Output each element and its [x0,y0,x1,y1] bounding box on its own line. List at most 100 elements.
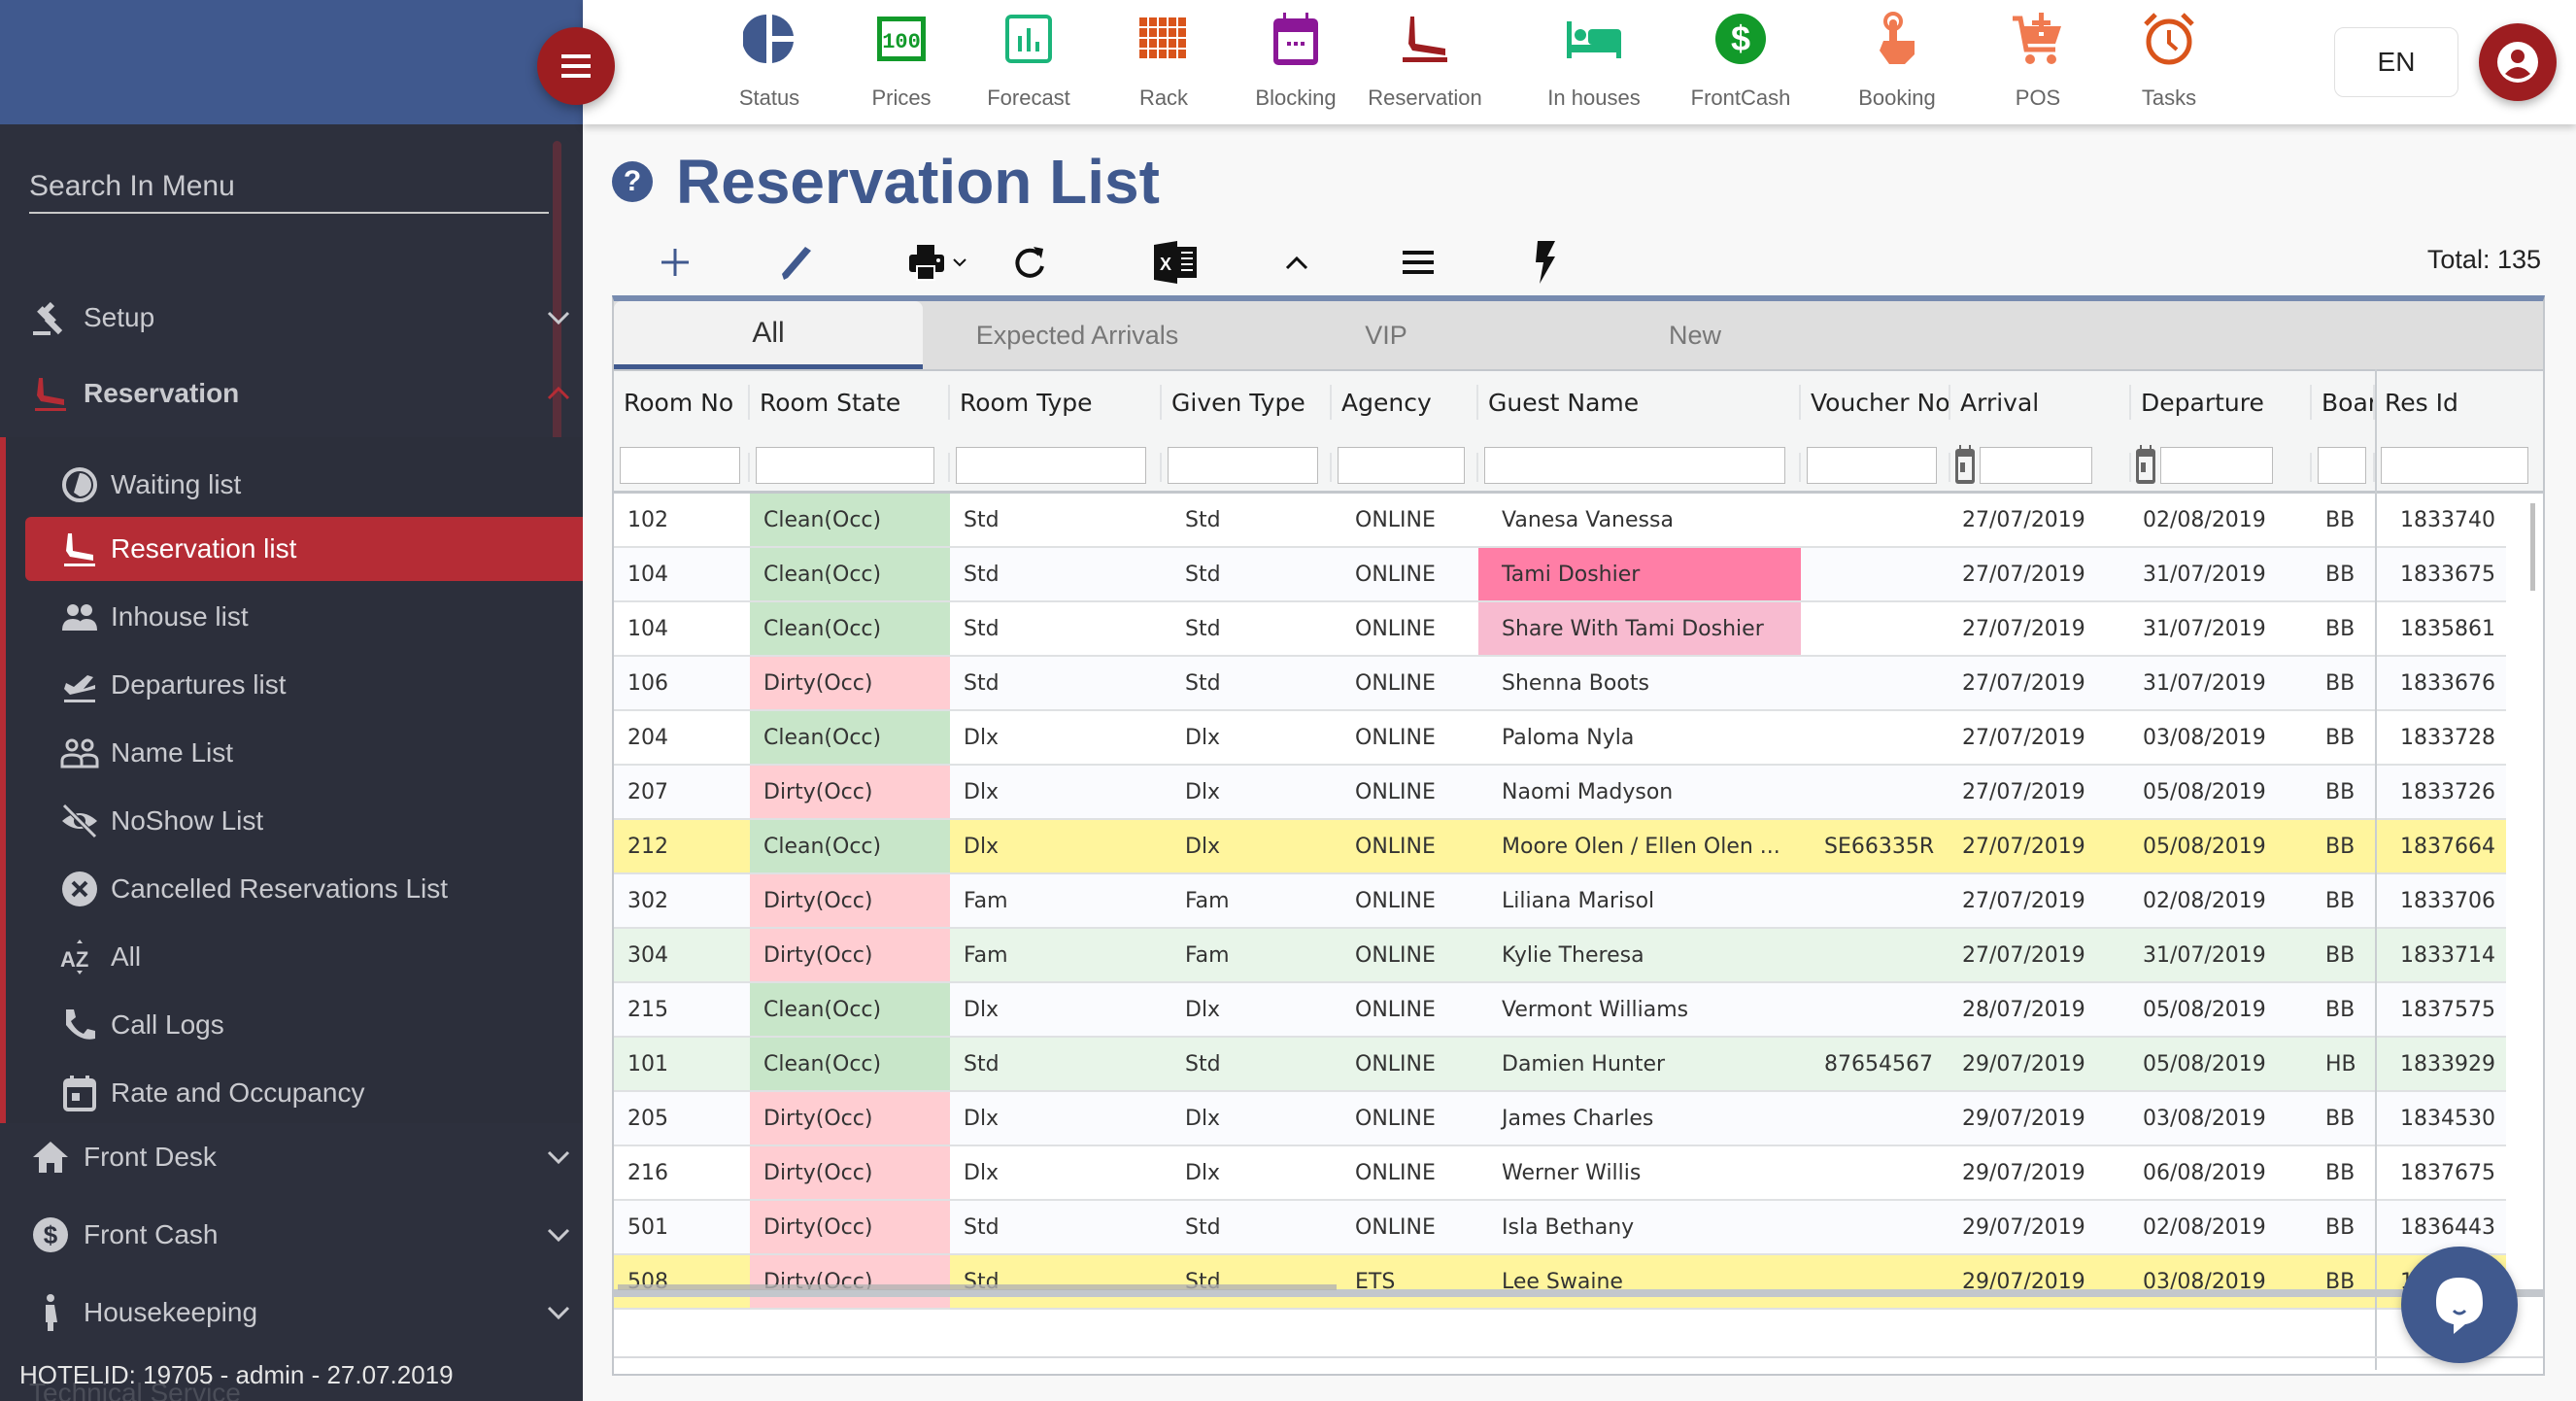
table-row[interactable]: 216 Dirty(Occ) Dlx Dlx ONLINE Werner Willis 29… [614,1146,2506,1201]
nav-booking[interactable]: Booking [1824,10,1970,117]
column-header-voucher[interactable]: Voucher No [1801,371,1950,433]
table-row[interactable]: 215 Clean(Occ) Dlx Dlx ONLINE Vermont William… [614,983,2506,1038]
help-icon[interactable]: ? [612,161,653,202]
add-button[interactable] [651,233,699,291]
filter-input-room[interactable] [620,447,740,484]
column-header-rtype[interactable]: Room Type [950,371,1162,433]
sidebar-group-setup[interactable]: Setup [0,284,583,352]
calendar-picker-icon[interactable] [2135,445,2156,486]
column-header-room[interactable]: Room No [614,371,750,433]
column-resize-handle[interactable] [1476,385,1478,420]
menu-search-input[interactable] [29,160,549,214]
sidebar-group-front-desk[interactable]: Front Desk [0,1123,583,1191]
svg-text:$: $ [44,1220,58,1249]
filter-input-resid[interactable] [2381,447,2528,484]
nav-tasks[interactable]: Tasks [2096,10,2242,117]
column-resize-handle[interactable] [1799,385,1801,420]
horizontal-scrollbar[interactable] [618,1284,1337,1290]
edit-button[interactable] [773,233,822,291]
sidebar-item-call-logs[interactable]: Call Logs [25,993,583,1057]
nav-blocking[interactable]: Blocking [1223,10,1369,117]
column-header-state[interactable]: Room State [750,371,950,433]
export-excel-button[interactable]: X [1146,233,1204,291]
sidebar-item-all[interactable]: AZ All [25,925,583,989]
table-row[interactable]: 205 Dirty(Occ) Dlx Dlx ONLINE James Charles 29… [614,1092,2506,1146]
table-row[interactable]: 204 Clean(Occ) Dlx Dlx ONLINE Paloma Nyla 27/0… [614,711,2506,766]
sidebar-group-front-cash[interactable]: $ Front Cash [0,1201,583,1269]
tab-vip[interactable]: VIP [1232,301,1541,369]
column-header-agency[interactable]: Agency [1332,371,1478,433]
table-row[interactable]: 104 Clean(Occ) Std Std ONLINE Share With Tami… [614,602,2506,657]
user-profile-button[interactable] [2479,23,2557,101]
table-row[interactable]: 106 Dirty(Occ) Std Std ONLINE Shenna Boots 27/… [614,657,2506,711]
sidebar-item-name-list[interactable]: Name List [25,721,583,785]
table-row[interactable]: 104 Clean(Occ) Std Std ONLINE Tami Doshier 27/… [614,548,2506,602]
column-resize-handle[interactable] [1949,385,1950,420]
sidebar-item-inhouse-list[interactable]: Inhouse list [25,585,583,649]
menu-toggle-button[interactable] [537,27,615,105]
sidebar-item-noshow-list[interactable]: NoShow List [25,789,583,853]
cell-rtype: Dlx [964,725,1000,750]
nav-reservation[interactable]: Reservation [1352,10,1498,117]
column-resize-handle[interactable] [948,385,950,420]
column-resize-handle[interactable] [1160,385,1162,420]
sidebar-item-rate-occupancy[interactable]: Rate and Occupancy [25,1061,583,1125]
column-header-resid[interactable]: Res Id [2375,371,2545,433]
table-row[interactable]: 508 Dirty(Occ) Std Std ETS Lee Swaine 29/07/20… [614,1255,2506,1310]
filter-input-board[interactable] [2318,447,2366,484]
collapse-button[interactable] [1272,233,1321,291]
sidebar-group-reservation[interactable]: Reservation [0,359,583,427]
filter-input-voucher[interactable] [1807,447,1937,484]
sidebar-item-label: Name List [111,737,234,768]
nav-rack[interactable]: Rack [1091,10,1237,117]
calendar-picker-icon[interactable] [1954,445,1976,486]
nav-status[interactable]: Status [696,10,842,117]
columns-menu-button[interactable] [1394,233,1442,291]
sidebar-item-departures-list[interactable]: Departures list [25,653,583,717]
sidebar-item-reservation-list[interactable]: Reservation list [25,517,583,581]
filter-input-state[interactable] [756,447,934,484]
sidebar-item-cancelled-list[interactable]: Cancelled Reservations List [25,857,583,921]
filter-input-arrival[interactable] [1980,447,2092,484]
tab-expected-arrivals[interactable]: Expected Arrivals [923,301,1232,369]
column-resize-handle[interactable] [2310,385,2312,420]
column-header-arrival[interactable]: Arrival [1950,371,2131,433]
nav-in-houses[interactable]: In houses [1521,10,1667,117]
nav-pos[interactable]: POS [1965,10,2111,117]
column-header-gtype[interactable]: Given Type [1162,371,1332,433]
column-resize-handle[interactable] [2129,385,2131,420]
table-row[interactable]: 102 Clean(Occ) Std Std ONLINE Vanesa Vanessa 2… [614,494,2506,548]
tab-all[interactable]: All [614,301,923,369]
vertical-scrollbar[interactable] [2530,503,2535,591]
column-header-departure[interactable]: Departure [2131,371,2312,433]
table-row[interactable]: 212 Clean(Occ) Dlx Dlx ONLINE Moore Olen / El… [614,820,2506,874]
frozen-column-divider [2375,369,2377,1370]
table-row[interactable]: 302 Dirty(Occ) Fam Fam ONLINE Liliana Marisol… [614,874,2506,929]
sidebar-item-label: Cancelled Reservations List [111,873,449,904]
chat-button[interactable] [2401,1247,2518,1363]
sidebar-group-housekeeping[interactable]: Housekeeping [0,1279,583,1347]
filter-input-gtype[interactable] [1168,447,1318,484]
column-header-board[interactable]: Boar [2312,371,2375,433]
language-selector[interactable]: EN [2334,27,2458,97]
refresh-button[interactable] [1005,233,1054,291]
table-row[interactable]: 101 Clean(Occ) Std Std ONLINE Damien Hunter 87… [614,1038,2506,1092]
column-resize-handle[interactable] [748,385,750,420]
table-row[interactable]: 304 Dirty(Occ) Fam Fam ONLINE Kylie Theresa 27… [614,929,2506,983]
column-resize-handle[interactable] [1330,385,1332,420]
tab-new[interactable]: New [1541,301,1849,369]
print-button[interactable] [898,233,976,291]
table-row[interactable]: 207 Dirty(Occ) Dlx Dlx ONLINE Naomi Madyson 27… [614,766,2506,820]
filter-input-agency[interactable] [1338,447,1465,484]
nav-forecast[interactable]: Forecast [956,10,1102,117]
table-row[interactable]: 501 Dirty(Occ) Std Std ONLINE Isla Bethany 29/… [614,1201,2506,1255]
quick-action-button[interactable] [1520,233,1569,291]
cell-arrival: 27/07/2019 [1962,834,2085,859]
column-header-guest[interactable]: Guest Name [1478,371,1801,433]
nav-frontcash[interactable]: $ FrontCash [1668,10,1813,117]
filter-input-departure[interactable] [2160,447,2273,484]
filter-input-rtype[interactable] [956,447,1146,484]
nav-prices[interactable]: 100 Prices [829,10,974,117]
filter-input-guest[interactable] [1484,447,1785,484]
sidebar-item-waiting-list[interactable]: Waiting list [25,453,583,517]
